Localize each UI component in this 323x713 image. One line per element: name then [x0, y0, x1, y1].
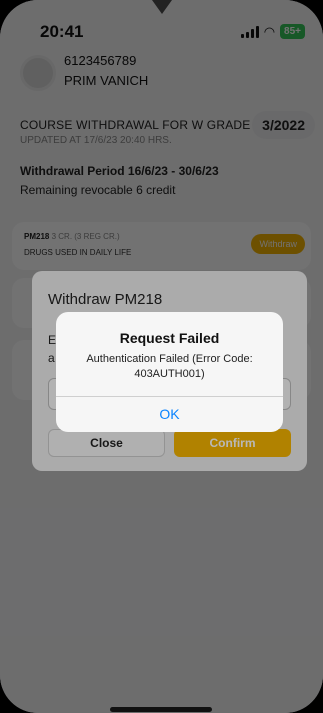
phone-screen: 20:41 ◠ 85+ 6123456789 PRIM VANICH COURS…	[0, 0, 323, 713]
error-alert: Request Failed Authentication Failed (Er…	[56, 312, 283, 432]
alert-title: Request Failed	[119, 330, 220, 346]
alert-message: Authentication Failed (Error Code: 403AU…	[86, 353, 253, 380]
home-indicator[interactable]	[110, 707, 212, 712]
ok-button[interactable]: OK	[56, 396, 283, 432]
notch-indicator	[152, 0, 172, 14]
